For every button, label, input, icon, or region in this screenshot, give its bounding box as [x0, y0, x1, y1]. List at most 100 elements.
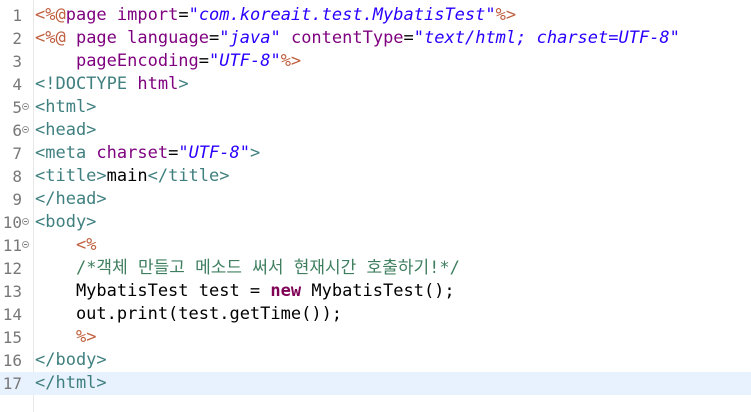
- code-token: "UTF-8": [178, 143, 250, 163]
- code-token: MybatisTest test =: [35, 281, 271, 301]
- code-text[interactable]: <head>: [35, 119, 96, 142]
- code-token: <%: [75, 235, 97, 255]
- code-token: contentType: [290, 28, 404, 48]
- line-number: 7: [12, 144, 22, 163]
- code-line[interactable]: 12 /*객체 만들고 메소드 써서 현재시간 호출하기!*/: [0, 257, 751, 280]
- line-number: 8: [12, 167, 22, 186]
- code-token: </head>: [35, 189, 107, 209]
- code-text[interactable]: </html>: [35, 372, 107, 395]
- code-line[interactable]: 14 out.print(test.getTime());: [0, 303, 751, 326]
- line-number: 12: [2, 259, 22, 278]
- fold-toggle-icon[interactable]: [22, 103, 29, 110]
- code-text[interactable]: out.print(test.getTime());: [35, 303, 342, 326]
- code-token: <title>: [35, 166, 107, 186]
- code-text[interactable]: </body>: [35, 349, 107, 372]
- code-token: MybatisTest();: [301, 281, 455, 301]
- code-text[interactable]: <%@ page language="java" contentType="te…: [35, 27, 680, 50]
- code-token: import: [116, 5, 179, 25]
- code-line[interactable]: 6 <head>: [0, 119, 751, 142]
- code-text[interactable]: <%: [35, 234, 96, 257]
- line-number: 13: [2, 282, 22, 301]
- code-text[interactable]: /*객체 만들고 메소드 써서 현재시간 호출하기!*/: [35, 257, 460, 280]
- code-text[interactable]: <html>: [35, 96, 96, 119]
- code-editor[interactable]: 1 <%@page import="com.koreait.test.Mybati…: [0, 0, 751, 412]
- code-token: page: [65, 5, 117, 25]
- line-number: 15: [2, 328, 22, 347]
- code-token: out.print(test.getTime());: [35, 304, 343, 324]
- fold-toggle-icon[interactable]: [22, 218, 29, 225]
- line-number: 4: [12, 75, 22, 94]
- code-token: pageEncoding: [75, 51, 199, 71]
- code-line[interactable]: 13 MybatisTest test = new MybatisTest();: [0, 280, 751, 303]
- code-token: </title>: [147, 166, 230, 186]
- code-token: =: [198, 51, 210, 71]
- code-text[interactable]: <%@page import="com.koreait.test.Mybatis…: [35, 4, 516, 27]
- code-text[interactable]: %>: [35, 326, 96, 349]
- code-token: charset: [96, 143, 169, 163]
- code-token: =: [178, 5, 189, 25]
- code-line[interactable]: 3 pageEncoding="UTF-8"%>: [0, 50, 751, 73]
- code-token: <html>: [35, 97, 97, 117]
- code-token: <head>: [35, 120, 97, 140]
- code-token: %>: [280, 51, 302, 71]
- code-token: language: [127, 28, 210, 48]
- code-token: "UTF-8": [209, 51, 281, 71]
- code-text[interactable]: pageEncoding="UTF-8"%>: [35, 50, 301, 73]
- code-token: =: [209, 28, 220, 48]
- code-line[interactable]: 4 <!DOCTYPE html>: [0, 73, 751, 96]
- code-line[interactable]: 17 </html>: [0, 372, 751, 395]
- code-token: <meta: [35, 143, 97, 163]
- code-token: </html>: [35, 373, 107, 393]
- code-token: %>: [75, 327, 97, 347]
- code-text[interactable]: </head>: [35, 188, 107, 211]
- code-line[interactable]: 2 <%@ page language="java" contentType="t…: [0, 27, 751, 50]
- line-number: 14: [2, 305, 22, 324]
- fold-toggle-icon[interactable]: [22, 126, 29, 133]
- code-token: >: [249, 143, 261, 163]
- line-number: 1: [12, 6, 22, 25]
- code-token: html: [137, 74, 179, 94]
- code-line[interactable]: 7 <meta charset="UTF-8">: [0, 142, 751, 165]
- code-token: /*객체 만들고 메소드 써서 현재시간 호출하기!*/: [75, 258, 460, 278]
- line-number: 6: [12, 121, 22, 140]
- code-token: <body>: [35, 212, 97, 232]
- code-token: main: [106, 166, 148, 186]
- code-token: "text/html; charset=UTF-8": [413, 28, 680, 48]
- code-token: "java": [219, 28, 281, 48]
- line-number: 10: [2, 213, 22, 232]
- code-line[interactable]: 11 <%: [0, 234, 751, 257]
- code-token: new: [270, 281, 302, 301]
- code-token: %>: [495, 5, 517, 25]
- code-line[interactable]: 15 %>: [0, 326, 751, 349]
- code-text[interactable]: MybatisTest test = new MybatisTest();: [35, 280, 455, 303]
- line-number: 3: [12, 52, 22, 71]
- line-number: 17: [2, 374, 22, 393]
- code-token: <%@: [35, 5, 66, 25]
- line-number: 5: [12, 98, 22, 117]
- code-token: </body>: [35, 350, 107, 370]
- code-token: =: [403, 28, 414, 48]
- code-line[interactable]: 16 </body>: [0, 349, 751, 372]
- code-line[interactable]: 10 <body>: [0, 211, 751, 234]
- code-token: =: [168, 143, 179, 163]
- code-line[interactable]: 1 <%@page import="com.koreait.test.Mybati…: [0, 4, 751, 27]
- code-text[interactable]: <body>: [35, 211, 96, 234]
- fold-toggle-icon[interactable]: [22, 241, 29, 248]
- code-line[interactable]: 8 <title>main</title>: [0, 165, 751, 188]
- code-line[interactable]: 9 </head>: [0, 188, 751, 211]
- code-text[interactable]: <title>main</title>: [35, 165, 230, 188]
- line-number: 2: [12, 29, 22, 48]
- code-text[interactable]: <meta charset="UTF-8">: [35, 142, 260, 165]
- code-token: >: [178, 74, 189, 94]
- code-line[interactable]: 5 <html>: [0, 96, 751, 119]
- line-number: 9: [12, 190, 22, 209]
- line-number: 11: [2, 236, 22, 255]
- code-token: <!DOCTYPE: [35, 74, 138, 94]
- line-number: 16: [2, 351, 22, 370]
- code-token: "com.koreait.test.MybatisTest": [188, 5, 496, 25]
- code-text[interactable]: <!DOCTYPE html>: [35, 73, 189, 96]
